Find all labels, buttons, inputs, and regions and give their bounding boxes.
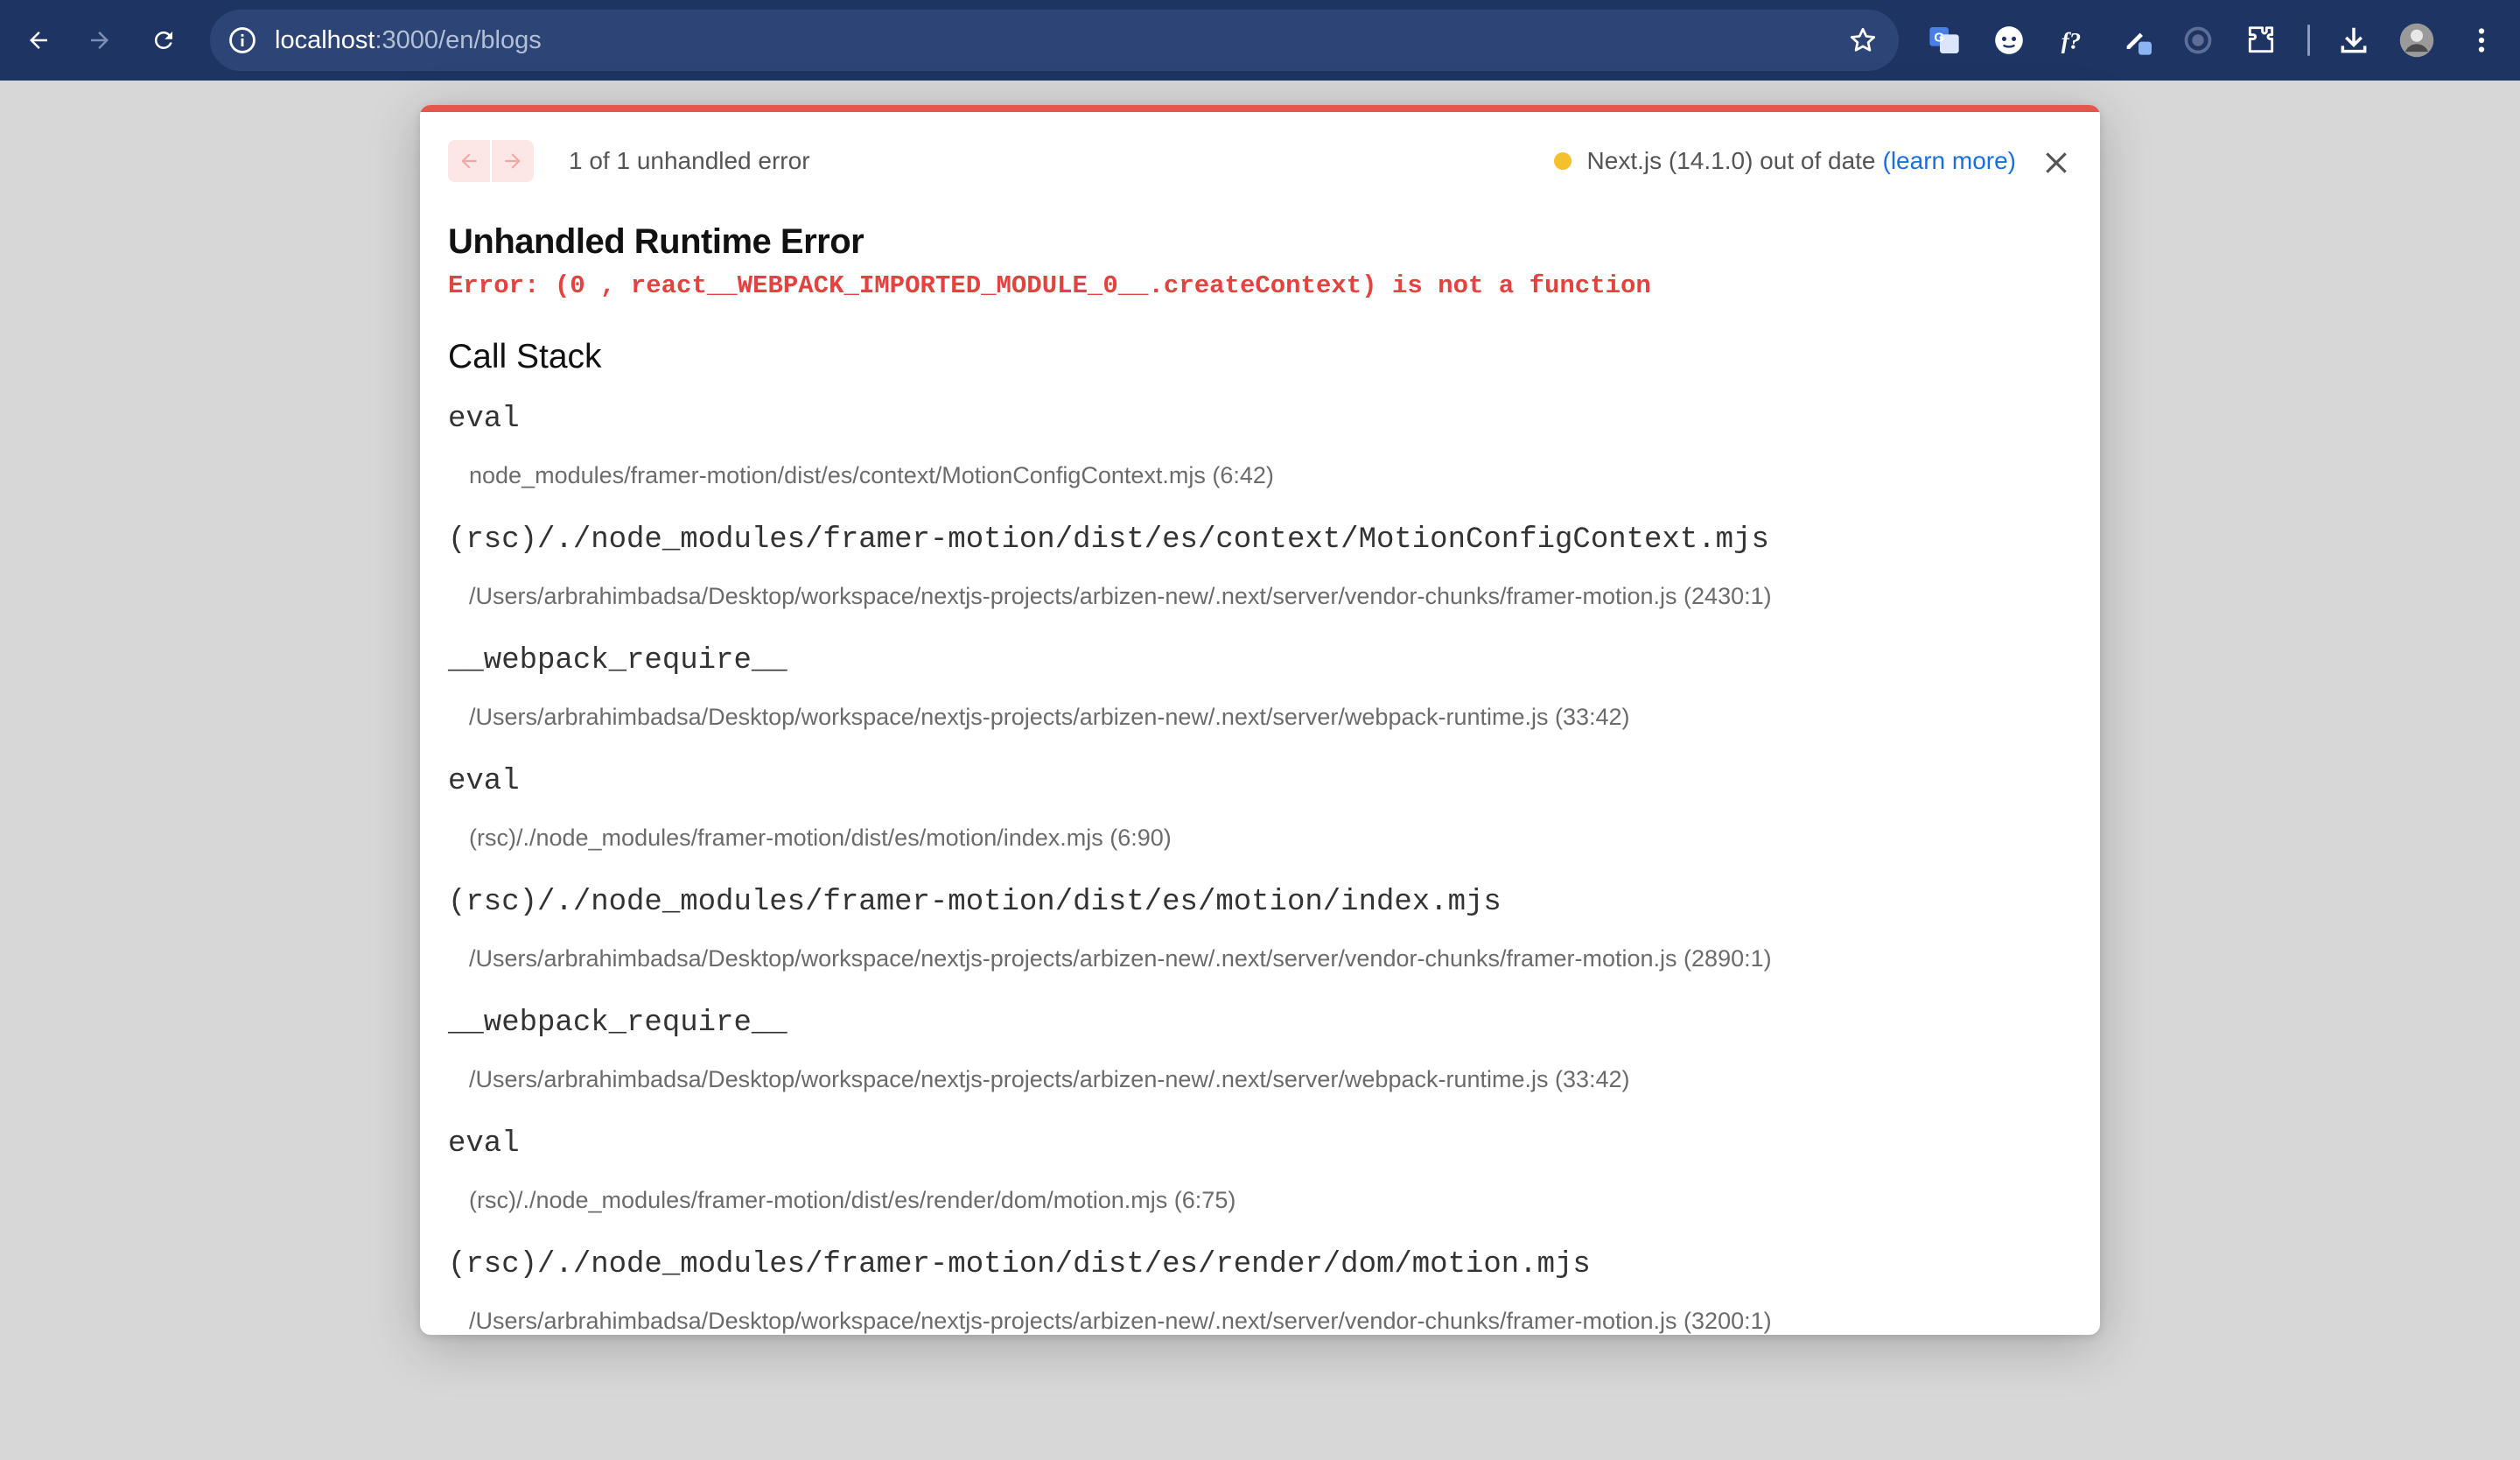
frame-function: (rsc)/./node_modules/framer-motion/dist/… [448,886,1502,919]
close-icon[interactable] [2039,145,2074,180]
version-status-dot [1553,152,1572,170]
reload-button[interactable] [141,18,186,63]
error-message: Error: (0 , react__WEBPACK_IMPORTED_MODU… [448,271,1651,300]
stack-frame[interactable]: (rsc)/./node_modules/framer-motion/dist/… [448,1248,2076,1335]
error-title: Unhandled Runtime Error [448,222,864,261]
left-arrow-icon [461,153,477,169]
download-icon[interactable] [2333,19,2375,61]
svg-text:f?: f? [2062,28,2081,54]
back-arrow-icon [30,32,47,49]
error-dialog: 1 of 1 unhandled error Next.js (14.1.0) … [420,105,2100,1335]
forward-button[interactable] [77,18,122,63]
menu-dots-icon[interactable] [2460,19,2502,61]
url-host: localhost [275,26,375,54]
emoji-extension-icon[interactable] [1988,19,2030,61]
error-count: 1 of 1 unhandled error [569,147,810,174]
translate-icon[interactable]: G [1923,19,1965,61]
star-icon[interactable] [1844,22,1881,59]
reload-icon [154,31,172,49]
frame-location[interactable]: /Users/arbrahimbadsa/Desktop/workspace/n… [469,704,1630,731]
puzzle-icon[interactable] [2240,19,2282,61]
stack-frame[interactable]: (rsc)/./node_modules/framer-motion/dist/… [448,886,2076,1007]
frame-location[interactable]: (rsc)/./node_modules/framer-motion/dist/… [469,1187,1236,1214]
error-pager [448,140,534,182]
svg-text:G: G [1934,31,1944,46]
stack-frame[interactable]: __webpack_require__ /Users/arbrahimbadsa… [448,1007,2076,1127]
toolbar-divider [2307,25,2310,56]
dialog-accent-bar [420,105,2100,112]
frame-function: __webpack_require__ [448,644,788,677]
url-path: :3000/en/blogs [374,26,542,54]
pen-extension-icon[interactable] [2118,19,2160,61]
stack-frame[interactable]: __webpack_require__ /Users/arbrahimbadsa… [448,644,2076,765]
record-extension-icon[interactable] [2177,19,2219,61]
stack-frame[interactable]: (rsc)/./node_modules/framer-motion/dist/… [448,523,2076,644]
right-arrow-icon [505,153,521,169]
learn-more-link[interactable]: (learn more) [1883,140,2016,182]
frame-location[interactable]: /Users/arbrahimbadsa/Desktop/workspace/n… [469,1308,1772,1335]
browser-toolbar: localhost:3000/en/blogs G f? [0,0,2520,81]
frame-location[interactable]: /Users/arbrahimbadsa/Desktop/workspace/n… [469,583,1772,610]
call-stack-heading: Call Stack [448,338,602,376]
frame-function: eval [448,765,520,798]
frame-location[interactable]: /Users/arbrahimbadsa/Desktop/workspace/n… [469,1066,1630,1093]
frame-location[interactable]: (rsc)/./node_modules/framer-motion/dist/… [469,825,1172,852]
frame-location[interactable]: node_modules/framer-motion/dist/es/conte… [469,462,1274,489]
font-extension-icon[interactable]: f? [2053,19,2095,61]
frame-function: (rsc)/./node_modules/framer-motion/dist/… [448,523,1769,557]
frame-function: __webpack_require__ [448,1007,788,1040]
next-error-button[interactable] [492,140,534,182]
version-text: Next.js (14.1.0) out of date [1586,147,1876,174]
stack-frame[interactable]: eval (rsc)/./node_modules/framer-motion/… [448,1127,2076,1248]
stack-frame[interactable]: eval node_modules/framer-motion/dist/es/… [448,403,2076,523]
info-icon[interactable] [224,22,261,59]
frame-function: eval [448,403,520,436]
avatar[interactable] [2396,19,2438,61]
call-stack-list: eval node_modules/framer-motion/dist/es/… [448,403,2076,1335]
stack-frame[interactable]: eval (rsc)/./node_modules/framer-motion/… [448,765,2076,886]
version-info: Next.js (14.1.0) out of date (learn more… [1553,140,2016,182]
frame-function: (rsc)/./node_modules/framer-motion/dist/… [448,1248,1591,1281]
prev-error-button[interactable] [448,140,490,182]
forward-arrow-icon [91,32,108,49]
back-button[interactable] [16,18,61,63]
frame-function: eval [448,1127,520,1161]
frame-location[interactable]: /Users/arbrahimbadsa/Desktop/workspace/n… [469,945,1772,972]
url-text[interactable]: localhost:3000/en/blogs [275,10,542,71]
address-bar[interactable]: localhost:3000/en/blogs [210,10,1899,71]
